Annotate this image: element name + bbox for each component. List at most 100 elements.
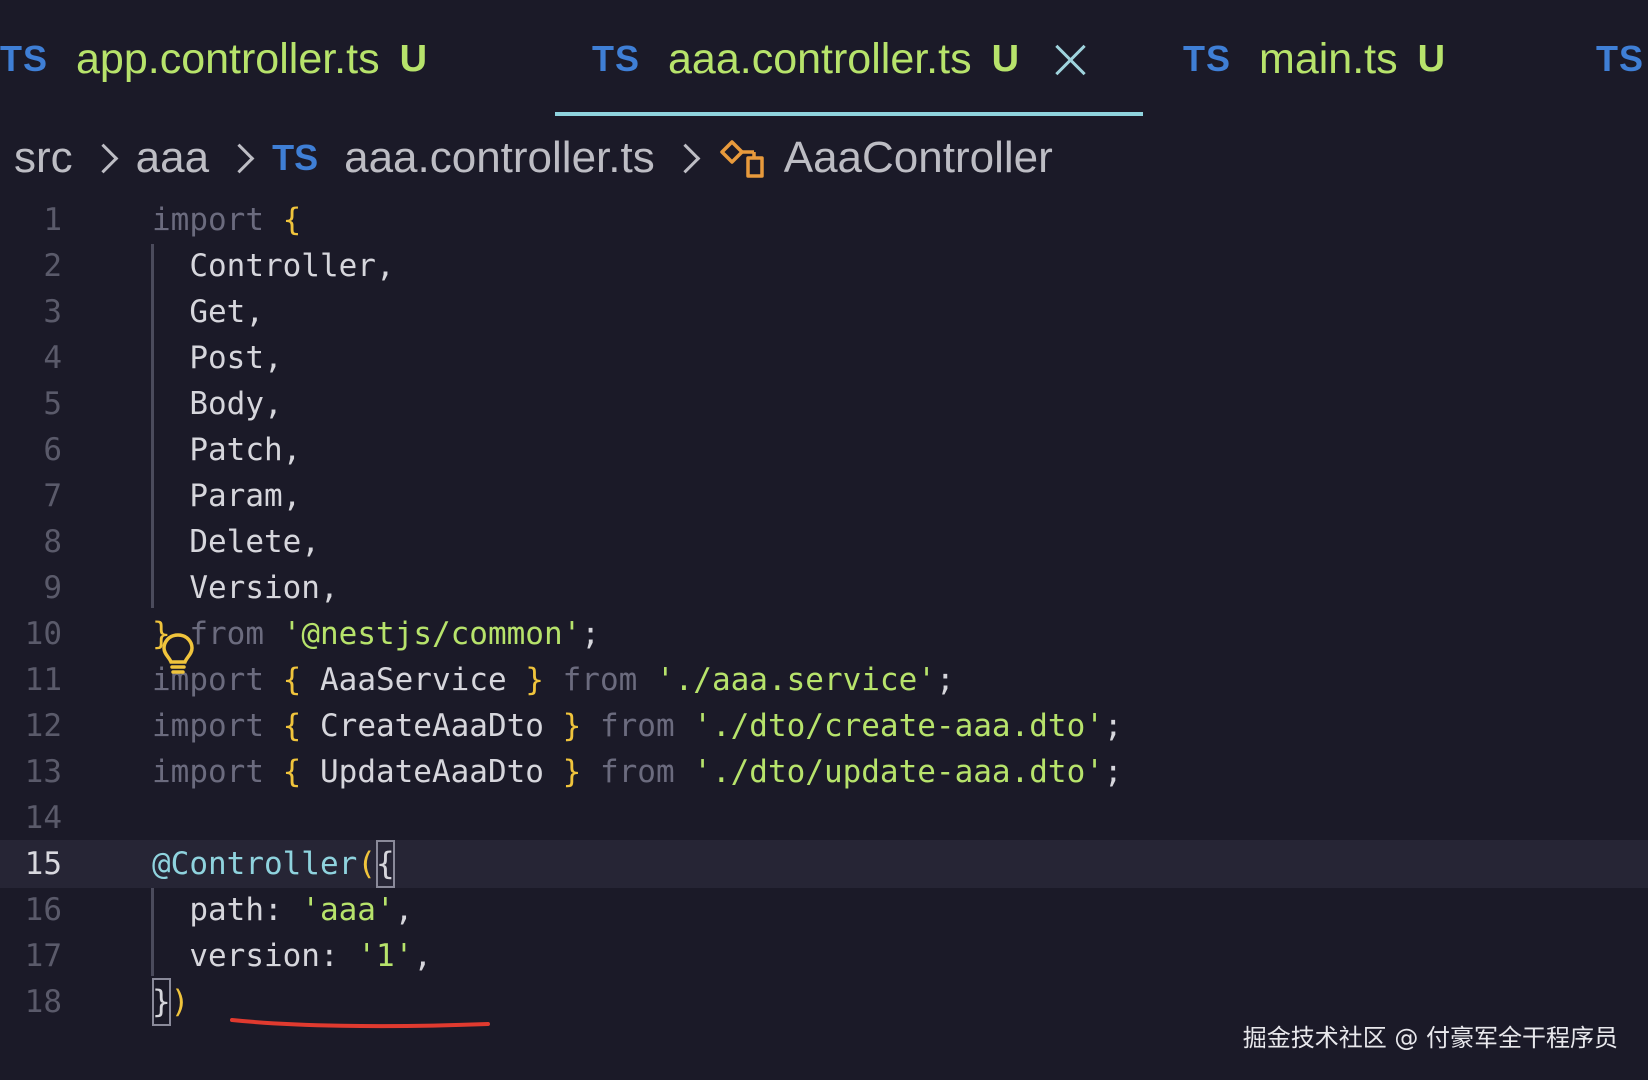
code-text: Body, <box>152 380 283 428</box>
code-line[interactable]: 3 Get, <box>0 288 1648 336</box>
code-token: Body, <box>152 386 283 422</box>
code-token: Post, <box>152 340 283 376</box>
code-token: { <box>282 754 302 790</box>
line-number: 5 <box>43 386 62 422</box>
code-token: UpdateAaaDto <box>301 754 563 790</box>
code-line[interactable]: 7 Param, <box>0 472 1648 520</box>
code-token: from <box>562 662 638 698</box>
code-token: Get, <box>152 294 264 330</box>
code-text: Post, <box>152 334 283 382</box>
code-line[interactable]: 16 path: 'aaa', <box>0 886 1648 934</box>
code-line[interactable]: 1 import { <box>0 196 1648 244</box>
line-number: 8 <box>43 524 62 560</box>
tab-main[interactable]: TS main.ts U <box>1183 0 1445 118</box>
code-token: ; <box>1103 708 1123 744</box>
code-text: path: 'aaa', <box>152 886 413 934</box>
breadcrumb-item-aaa[interactable]: aaa <box>136 133 209 183</box>
typescript-file-icon: TS <box>1183 38 1232 79</box>
code-token: { <box>282 662 302 698</box>
tab-bar: TS app.controller.ts U TS aaa.controller… <box>0 0 1648 118</box>
breadcrumb-item-symbol[interactable]: AaaController <box>784 133 1053 183</box>
chevron-right-icon <box>88 143 119 173</box>
close-icon[interactable] <box>1053 42 1087 76</box>
code-text: Get, <box>152 288 264 336</box>
breadcrumb-item-file[interactable]: aaa.controller.ts <box>344 133 655 183</box>
tab-aaa-controller[interactable]: TS aaa.controller.ts U <box>592 0 1087 118</box>
code-token: CreateAaaDto <box>301 708 563 744</box>
line-number: 7 <box>43 478 62 514</box>
matched-bracket: } <box>152 978 171 1026</box>
code-line[interactable]: 4 Post, <box>0 334 1648 382</box>
tab-overflow[interactable]: TS <box>1596 0 1644 118</box>
code-token: AaaService <box>301 662 526 698</box>
line-number: 10 <box>24 616 62 652</box>
code-editor[interactable]: 1 import {2 Controller, 3 Get, 4 Post, 5 Bod… <box>0 196 1648 1080</box>
code-token: version: <box>152 938 358 974</box>
line-number: 13 <box>24 754 62 790</box>
code-line[interactable]: 17 version: '1', <box>0 932 1648 980</box>
indent-guide <box>151 888 154 976</box>
code-text: Patch, <box>152 426 301 474</box>
untracked-badge: U <box>991 37 1020 80</box>
red-underline-annotation <box>230 1018 490 1029</box>
code-line[interactable]: 2 Controller, <box>0 242 1648 290</box>
tab-label: app.controller.ts <box>76 34 380 83</box>
code-token: ; <box>1103 754 1123 790</box>
code-line[interactable]: 9 Version, <box>0 564 1648 612</box>
code-line[interactable]: 5 Body, <box>0 380 1648 428</box>
code-line[interactable]: 14 <box>0 794 1648 842</box>
code-token: '@nestjs/common' <box>282 616 582 652</box>
line-number: 16 <box>24 892 62 928</box>
code-text: @Controller({ <box>152 840 395 888</box>
tab-app-controller[interactable]: TS app.controller.ts U <box>0 0 427 118</box>
code-token: ; <box>581 616 600 652</box>
line-number: 2 <box>43 248 62 284</box>
code-token: path: <box>152 892 302 928</box>
typescript-file-icon: TS <box>592 38 641 79</box>
line-number: 17 <box>24 938 62 974</box>
tab-label: aaa.controller.ts <box>668 34 972 83</box>
code-line[interactable]: 12 import { CreateAaaDto } from './dto/cr… <box>0 702 1648 750</box>
code-token: from <box>599 708 675 744</box>
typescript-file-icon: TS <box>1596 38 1645 79</box>
active-tab-indicator <box>555 112 1143 116</box>
typescript-file-icon: TS <box>272 137 319 178</box>
code-token: { <box>282 202 302 238</box>
line-number: 11 <box>24 662 62 698</box>
code-line[interactable]: 6 Patch, <box>0 426 1648 474</box>
untracked-badge: U <box>399 37 428 80</box>
code-token: from <box>189 616 264 652</box>
code-text: import { <box>152 196 301 244</box>
line-number: 14 <box>24 800 62 836</box>
code-token: , <box>413 938 432 974</box>
code-line[interactable]: 11 import { AaaService } from './aaa.serv… <box>0 656 1648 704</box>
breadcrumb-item-src[interactable]: src <box>14 133 73 183</box>
line-number: 4 <box>43 340 62 376</box>
code-line[interactable]: 15 @Controller({ <box>0 840 1648 888</box>
code-token: Controller, <box>152 248 395 284</box>
matched-bracket: { <box>375 840 395 888</box>
chevron-right-icon <box>224 143 255 173</box>
code-line[interactable]: 13 import { UpdateAaaDto } from './dto/up… <box>0 748 1648 796</box>
code-text: import { CreateAaaDto } from './dto/crea… <box>152 702 1123 750</box>
line-number: 12 <box>24 708 62 744</box>
untracked-badge: U <box>1417 37 1446 80</box>
code-token: } <box>562 754 582 790</box>
class-icon <box>718 136 766 180</box>
code-line[interactable]: 8 Delete, <box>0 518 1648 566</box>
code-text: import { AaaService } from './aaa.servic… <box>152 656 955 704</box>
lightbulb-icon[interactable] <box>160 632 196 674</box>
code-token: { <box>282 708 302 744</box>
code-token: './aaa.service' <box>655 662 936 698</box>
code-token: ; <box>935 662 955 698</box>
code-line[interactable]: 10} from '@nestjs/common'; <box>0 610 1648 658</box>
code-token: Param, <box>152 478 302 514</box>
code-text: Delete, <box>152 518 320 566</box>
code-token: 'aaa' <box>301 892 395 928</box>
chevron-right-icon <box>670 143 701 173</box>
